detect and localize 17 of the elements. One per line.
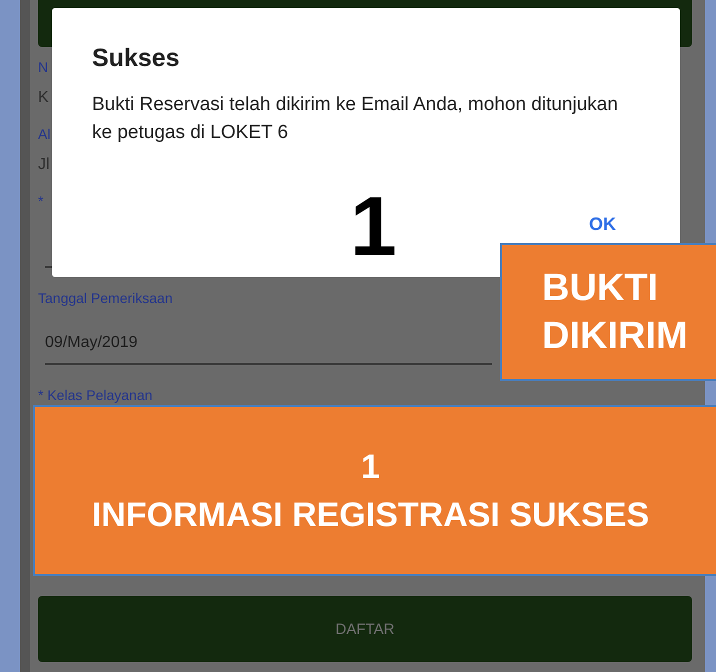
callout-text: 1 <box>361 446 380 488</box>
callout-text: INFORMASI REGISTRASI SUKSES <box>92 494 650 536</box>
register-button[interactable]: DAFTAR <box>38 596 692 662</box>
field-value: Jl <box>38 156 50 174</box>
ok-button[interactable]: OK <box>585 212 620 237</box>
callout-text: BUKTI <box>542 266 658 311</box>
field-label: N <box>38 59 48 75</box>
field-value: K <box>38 89 49 107</box>
field-label: * <box>38 193 44 209</box>
dialog-title: Sukses <box>92 44 181 73</box>
input-field[interactable]: 09/May/2019 <box>45 323 492 365</box>
step-number: 1 <box>350 184 397 268</box>
dialog-message: Bukti Reservasi telah dikirim ke Email Anda, mohon ditunjukan ke petugas di LOKET 6 <box>92 93 619 145</box>
field-label: * Kelas Pelayanan <box>38 387 152 403</box>
callout-text: DIKIRIM <box>542 314 688 359</box>
field-label: Tanggal Pemeriksaan <box>38 290 173 306</box>
field-label: Al <box>38 126 50 142</box>
